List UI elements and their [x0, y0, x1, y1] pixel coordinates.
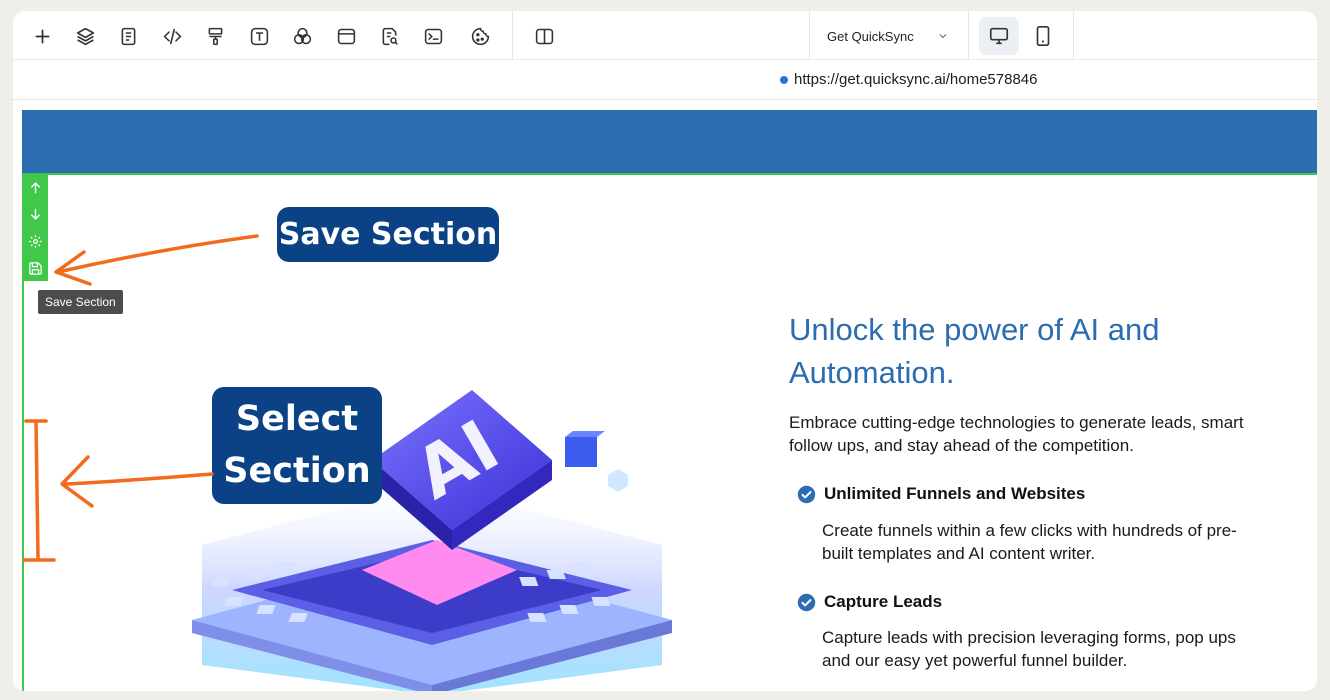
site-selector-dropdown[interactable]: Get QuickSync [813, 23, 963, 49]
check-circle-icon [797, 593, 816, 611]
save-section-tooltip: Save Section [38, 290, 123, 314]
arrow-up-icon [30, 181, 40, 193]
feature-description: Create funnels within a few clicks with … [822, 521, 1237, 563]
callout-line: Select [235, 399, 359, 439]
color-blend-icon[interactable] [286, 23, 318, 49]
split-view-icon[interactable] [528, 23, 560, 49]
paint-roller-icon[interactable] [199, 23, 231, 49]
editor-canvas: Save Section AI Unlock the power of AI a… [22, 110, 1317, 691]
hero-intro: Embrace cutting-edge technologies to gen… [789, 413, 1244, 455]
page-url-text: https://get.quicksync.ai/home578846 [794, 71, 1038, 88]
arrow-down-icon [30, 208, 40, 220]
toolbar-divider [809, 11, 810, 60]
text-icon[interactable] [243, 23, 275, 49]
move-up-button[interactable] [26, 178, 44, 196]
move-down-button[interactable] [26, 205, 44, 223]
gear-icon [28, 234, 42, 248]
cookie-icon[interactable] [464, 23, 496, 49]
toolbar-divider [1073, 11, 1074, 60]
select-section-callout: Select Section [212, 387, 382, 504]
check-circle-icon [797, 485, 816, 503]
layers-icon[interactable] [69, 23, 101, 49]
mobile-view-button[interactable] [1023, 17, 1063, 55]
callout-line: Section [223, 451, 371, 491]
desktop-icon [989, 27, 1009, 45]
toolbar-divider [512, 11, 513, 60]
mobile-icon [1036, 26, 1050, 46]
feature-title: Capture Leads [824, 592, 943, 611]
editor-toolbar: Get QuickSync [13, 11, 1317, 60]
chevron-down-icon [939, 34, 947, 39]
feature-title: Unlimited Funnels and Websites [824, 484, 1086, 503]
browser-window-icon[interactable] [330, 23, 362, 49]
page-url[interactable]: https://get.quicksync.ai/home578846 [780, 71, 1038, 88]
save-section-callout: Save Section [277, 207, 499, 262]
status-dot-icon [780, 75, 788, 84]
editor-window: Get QuickSync https://get.quicksync.ai/h… [13, 11, 1317, 691]
section-settings-button[interactable] [26, 232, 44, 250]
url-bar: https://get.quicksync.ai/home578846 [13, 60, 1317, 100]
plus-icon[interactable] [26, 23, 58, 49]
toolbar-divider [968, 11, 969, 60]
site-selector-label: Get QuickSync [827, 28, 914, 44]
page-icon[interactable] [112, 23, 144, 49]
page-search-icon[interactable] [373, 23, 405, 49]
save-icon [28, 261, 42, 275]
save-section-button[interactable] [26, 259, 44, 277]
desktop-view-button[interactable] [979, 17, 1019, 55]
terminal-icon[interactable] [417, 23, 449, 49]
header-section[interactable] [22, 110, 1317, 173]
code-icon[interactable] [156, 23, 188, 49]
feature-item: Unlimited Funnels and Websites [797, 484, 1085, 504]
hero-headline: Unlock the power of AI and Automation. [789, 312, 1160, 390]
section-toolbar [22, 173, 48, 281]
feature-item: Capture Leads [797, 592, 942, 612]
feature-description: Capture leads with precision leveraging … [822, 628, 1236, 670]
